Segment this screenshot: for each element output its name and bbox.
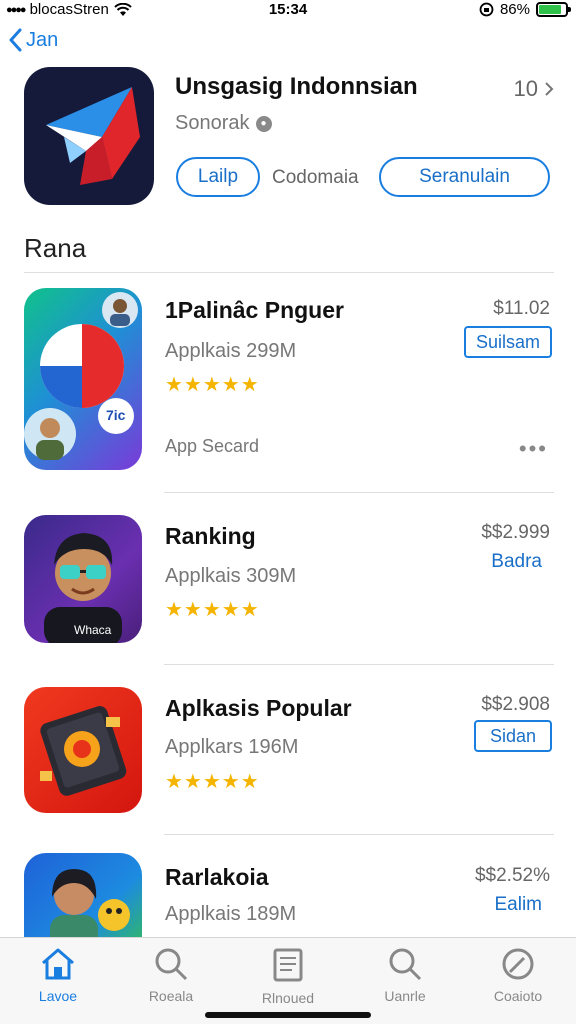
row-divider [164,834,554,835]
tab-label-search: Roeala [148,988,194,1004]
status-bar: ●●●● blocasStren 15:34 86% [0,0,576,22]
app-icon-1[interactable]: 7ic [24,288,142,470]
tab-label-explore: Uanrle [384,988,426,1004]
tab-label-updates: Rlnoued [261,990,315,1006]
document-icon [273,948,303,982]
app-meta-3: Applkars 196M [165,736,299,758]
result-count[interactable]: 10 [514,76,554,102]
app-rating-2: ★★★★★ [165,599,260,621]
app-rating-1: ★★★★★ [165,374,260,396]
section-title: Rana [24,233,87,263]
search-icon [155,948,188,981]
app-icon-2-text: Whaca [74,623,112,637]
app-name-2[interactable]: Ranking [165,523,256,550]
verified-icon: ● [255,115,272,132]
app-action-button-4[interactable]: Ealim [494,894,542,916]
back-label: Jan [26,28,59,51]
tab-search[interactable]: Roeala [121,946,221,1004]
app-price-2: $$2.999 [481,522,550,543]
app-rating-3: ★★★★★ [165,771,260,793]
tab-label-home: Lavoe [38,988,78,1004]
battery-fill [539,5,562,14]
app-name-3[interactable]: Aplkasis Popular [165,695,352,722]
more-icon[interactable]: ••• [519,436,548,462]
app-note-1: App Secard [165,436,260,456]
primary-button[interactable]: Lailp [176,157,260,197]
app-price-3: $$2.908 [481,694,550,715]
app-icon-2[interactable]: Whaca [24,515,142,643]
app-price-4: $$2.52% [474,865,550,886]
tab-updates[interactable]: Rlnoued [238,946,338,1006]
developer-name: Sonorak [175,112,250,134]
tab-discover[interactable]: Coaioto [468,946,568,1004]
app-action-button-3[interactable]: Sidan [474,720,552,752]
section-divider [24,272,554,273]
rotation-lock-icon [479,2,494,17]
app-name-1[interactable]: 1Palinâc Pnguer [165,297,344,324]
tablet-logo-icon [40,706,127,796]
app-meta-2: Applkais 309M [165,565,297,587]
page-title: Unsgasig Indonnsian [175,73,418,100]
home-icon [42,948,74,980]
category-text: Codomaia [272,167,359,188]
app-meta-1: Applkais 299M [165,340,297,362]
row-divider [164,492,554,493]
app-icon-3[interactable] [24,687,142,813]
pie-logo-icon [24,292,138,460]
count-value: 10 [513,76,538,101]
home-indicator[interactable] [205,1012,371,1018]
battery-percent: 86% [499,1,530,18]
app-meta-4: Applkais 189M [165,903,297,925]
tab-home[interactable]: Lavoe [8,946,108,1004]
arrow-logo-icon [46,87,140,185]
search-icon [389,948,422,981]
chevron-left-icon [9,28,22,52]
tab-bar: Lavoe Roeala Rlnoued Uanrle Coaioto [0,937,576,1024]
compass-icon [502,948,534,980]
app-icon-1-text: 7ic [106,407,126,423]
app-price-1: $11.02 [493,298,550,319]
back-button[interactable]: Jan [8,28,58,52]
developer-line: Sonorak ● [175,112,272,135]
tab-label-discover: Coaioto [493,988,543,1004]
status-right: 86% [479,1,571,18]
row-divider [164,664,554,665]
secondary-button[interactable]: Seranulain [379,157,550,197]
app-action-button-1[interactable]: Suilsam [463,326,552,358]
chevron-right-icon [545,82,554,96]
app-action-button-2[interactable]: Badra [491,551,542,573]
tab-explore[interactable]: Uanrle [355,946,455,1004]
featured-app-icon[interactable] [24,67,154,205]
battery-icon [536,2,571,17]
app-name-4[interactable]: Rarlakoia [165,864,269,891]
